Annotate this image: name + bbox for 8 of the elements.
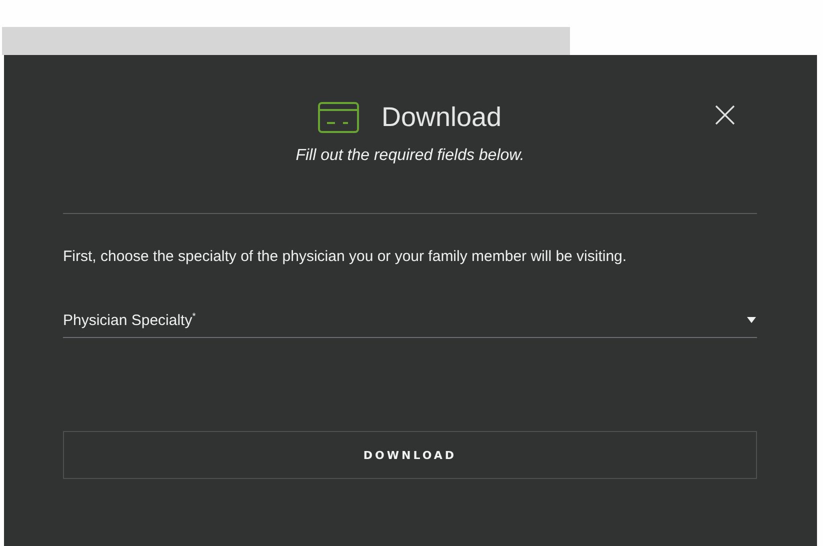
caret-icon	[747, 317, 756, 323]
card-icon	[318, 102, 360, 133]
dialog-title: Download	[381, 102, 502, 133]
specialty-select[interactable]: Physician Specialty$^{*}$	[63, 311, 757, 338]
instruction-text: First, choose the specialty of the physician you or your family member will be visiting.	[63, 248, 628, 265]
close-icon[interactable]	[715, 105, 735, 125]
download-button[interactable]: DOWNLOAD	[63, 431, 757, 479]
dialog-subtitle: Fill out the required fields below.	[294, 147, 526, 165]
